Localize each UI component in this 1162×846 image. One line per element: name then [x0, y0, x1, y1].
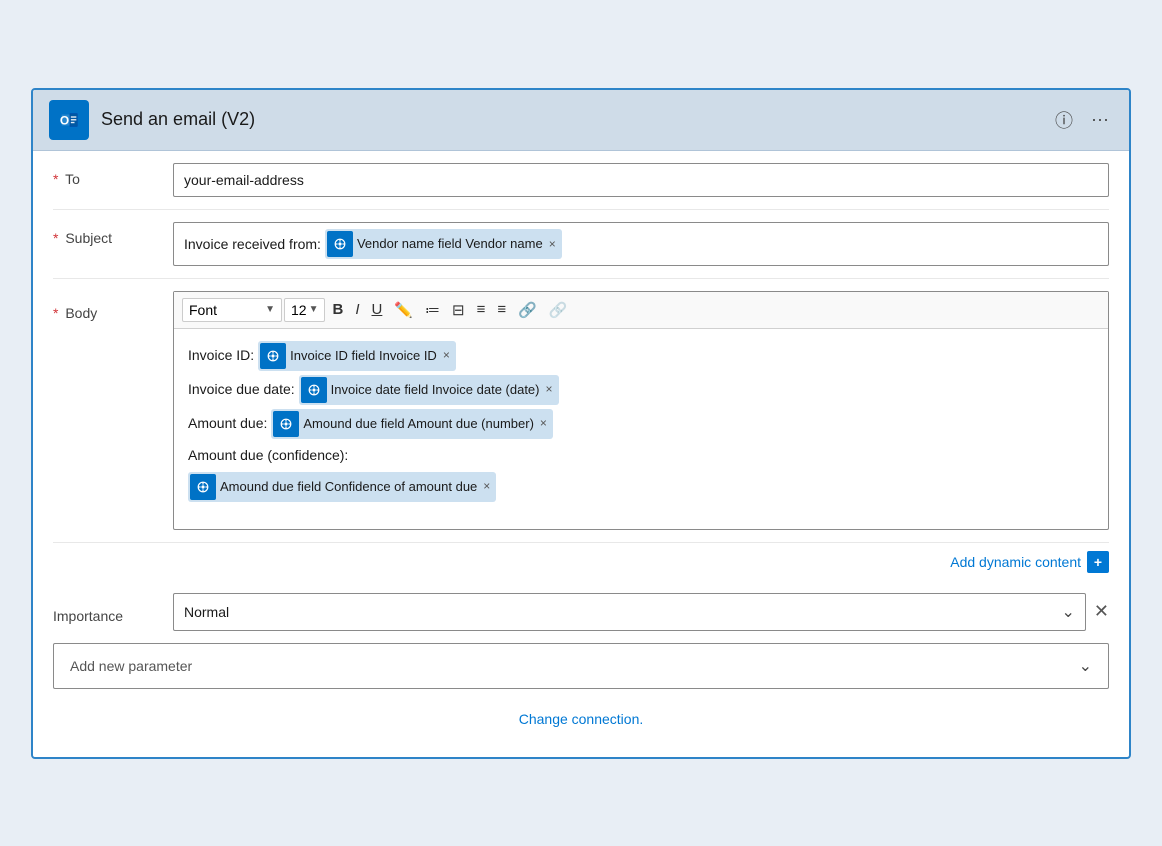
body-editor: Font ▼ 12 ▼ B I U	[173, 291, 1109, 530]
card-header: O Send an email (V2) ⓘ ···	[33, 90, 1129, 151]
font-select[interactable]: Font ▼	[182, 298, 282, 322]
underline-button[interactable]: U	[367, 298, 388, 321]
invoice-date-token-close[interactable]: ×	[546, 379, 553, 401]
size-dropdown-icon: ▼	[309, 304, 319, 315]
bullet-list-button[interactable]: ≔	[420, 298, 445, 322]
vendor-name-token-close[interactable]: ×	[549, 237, 556, 251]
token-icon	[190, 474, 216, 500]
clear-icon: ✕	[1094, 601, 1109, 621]
plus-icon: +	[1087, 551, 1109, 573]
body-label: * Body	[53, 291, 173, 321]
info-button[interactable]: ⓘ	[1051, 103, 1077, 137]
invoice-id-token[interactable]: Invoice ID field Invoice ID ×	[258, 341, 456, 371]
vendor-name-token-label: Vendor name field Vendor name	[357, 236, 543, 251]
add-dynamic-content-button[interactable]: Add dynamic content +	[950, 551, 1109, 573]
to-label: * To	[53, 163, 173, 187]
outdent-icon: ≡	[497, 301, 506, 318]
importance-row: Importance Normal ⌄ ✕	[53, 581, 1109, 643]
numbered-list-button[interactable]: ⊟	[447, 298, 470, 322]
outlook-icon: O	[49, 100, 89, 140]
importance-value: Normal	[184, 604, 229, 620]
highlight-button[interactable]: ✏️	[389, 298, 418, 322]
subject-field[interactable]: Invoice received from: Vendo	[173, 222, 1109, 266]
numbered-list-icon: ⊟	[452, 302, 465, 319]
to-input[interactable]	[173, 163, 1109, 197]
change-connection-section: Change connection.	[53, 703, 1109, 737]
body-toolbar: Font ▼ 12 ▼ B I U	[174, 292, 1108, 329]
size-value: 12	[291, 302, 307, 318]
font-select-text: Font	[189, 302, 263, 318]
body-content[interactable]: Invoice ID:	[174, 329, 1108, 529]
amount-due-line: Amount due:	[188, 409, 1094, 439]
token-icon	[273, 411, 299, 437]
bullet-list-icon: ≔	[425, 302, 440, 319]
amount-due-token-label: Amound due field Amount due (number)	[303, 412, 534, 435]
change-connection-link[interactable]: Change connection.	[519, 711, 644, 727]
outdent-button[interactable]: ≡	[492, 298, 511, 321]
bold-button[interactable]: B	[327, 298, 348, 321]
header-title: Send an email (V2)	[101, 109, 255, 130]
confidence-token[interactable]: Amound due field Confidence of amount du…	[188, 472, 496, 502]
importance-label: Importance	[53, 600, 173, 624]
unlink-icon: 🔗	[549, 302, 568, 319]
token-icon	[327, 231, 353, 257]
more-icon: ···	[1091, 109, 1109, 129]
body-row: * Body Font ▼ 12 ▼ B	[53, 279, 1109, 543]
required-star: *	[53, 305, 58, 321]
invoice-id-token-label: Invoice ID field Invoice ID	[290, 344, 437, 367]
invoice-id-label: Invoice ID:	[188, 343, 254, 368]
underline-icon: U	[372, 301, 383, 318]
link-button[interactable]: 🔗	[513, 298, 542, 322]
to-row: * To	[53, 151, 1109, 210]
more-options-button[interactable]: ···	[1087, 105, 1113, 134]
required-star: *	[53, 230, 58, 246]
invoice-id-token-close[interactable]: ×	[443, 345, 450, 367]
confidence-token-line: Amound due field Confidence of amount du…	[188, 472, 1094, 502]
size-select[interactable]: 12 ▼	[284, 298, 325, 322]
subject-label: * Subject	[53, 222, 173, 246]
amount-due-token[interactable]: Amound due field Amount due (number) ×	[271, 409, 553, 439]
importance-select[interactable]: Normal ⌄	[173, 593, 1086, 631]
confidence-token-close[interactable]: ×	[483, 476, 490, 498]
invoice-date-label: Invoice due date:	[188, 377, 295, 402]
vendor-name-token[interactable]: Vendor name field Vendor name ×	[325, 229, 562, 259]
importance-icons: ⌄	[1062, 602, 1075, 622]
italic-button[interactable]: I	[350, 298, 364, 321]
header-actions: ⓘ ···	[1051, 103, 1113, 137]
dynamic-content-row: Add dynamic content +	[53, 543, 1109, 581]
link-icon: 🔗	[518, 302, 537, 319]
invoice-date-line: Invoice due date:	[188, 375, 1094, 405]
invoice-date-token-label: Invoice date field Invoice date (date)	[331, 378, 540, 401]
required-star: *	[53, 171, 58, 187]
add-param-chevron-icon: ⌄	[1079, 656, 1092, 676]
amount-due-label: Amount due:	[188, 411, 267, 436]
invoice-date-token[interactable]: Invoice date field Invoice date (date) ×	[299, 375, 559, 405]
italic-icon: I	[355, 301, 359, 318]
add-new-parameter-row[interactable]: Add new parameter ⌄	[53, 643, 1109, 689]
subject-row: * Subject Invoice received from:	[53, 210, 1109, 279]
indent-list-button[interactable]: ≡	[472, 298, 491, 321]
importance-chevron-icon: ⌄	[1062, 602, 1075, 622]
confidence-line: Amount due (confidence):	[188, 443, 1094, 468]
form-body: * To * Subject Invoice received from:	[33, 151, 1129, 757]
subject-prefix-text: Invoice received from:	[184, 236, 321, 252]
email-action-card: O Send an email (V2) ⓘ ··· *	[31, 88, 1131, 759]
info-icon: ⓘ	[1055, 111, 1073, 131]
token-icon	[301, 377, 327, 403]
header-left: O Send an email (V2)	[49, 100, 255, 140]
add-param-label: Add new parameter	[70, 658, 192, 674]
confidence-label: Amount due (confidence):	[188, 443, 348, 468]
font-dropdown-icon: ▼	[265, 304, 275, 315]
importance-clear-button[interactable]: ✕	[1094, 601, 1109, 622]
unlink-button[interactable]: 🔗	[544, 298, 573, 322]
amount-due-token-close[interactable]: ×	[540, 413, 547, 435]
add-dynamic-content-label: Add dynamic content	[950, 554, 1081, 570]
confidence-token-label: Amound due field Confidence of amount du…	[220, 475, 477, 498]
indent-icon: ≡	[477, 301, 486, 318]
bold-icon: B	[332, 301, 343, 318]
svg-text:O: O	[60, 113, 69, 127]
invoice-id-line: Invoice ID:	[188, 341, 1094, 371]
highlight-icon: ✏️	[394, 302, 413, 319]
token-icon	[260, 343, 286, 369]
